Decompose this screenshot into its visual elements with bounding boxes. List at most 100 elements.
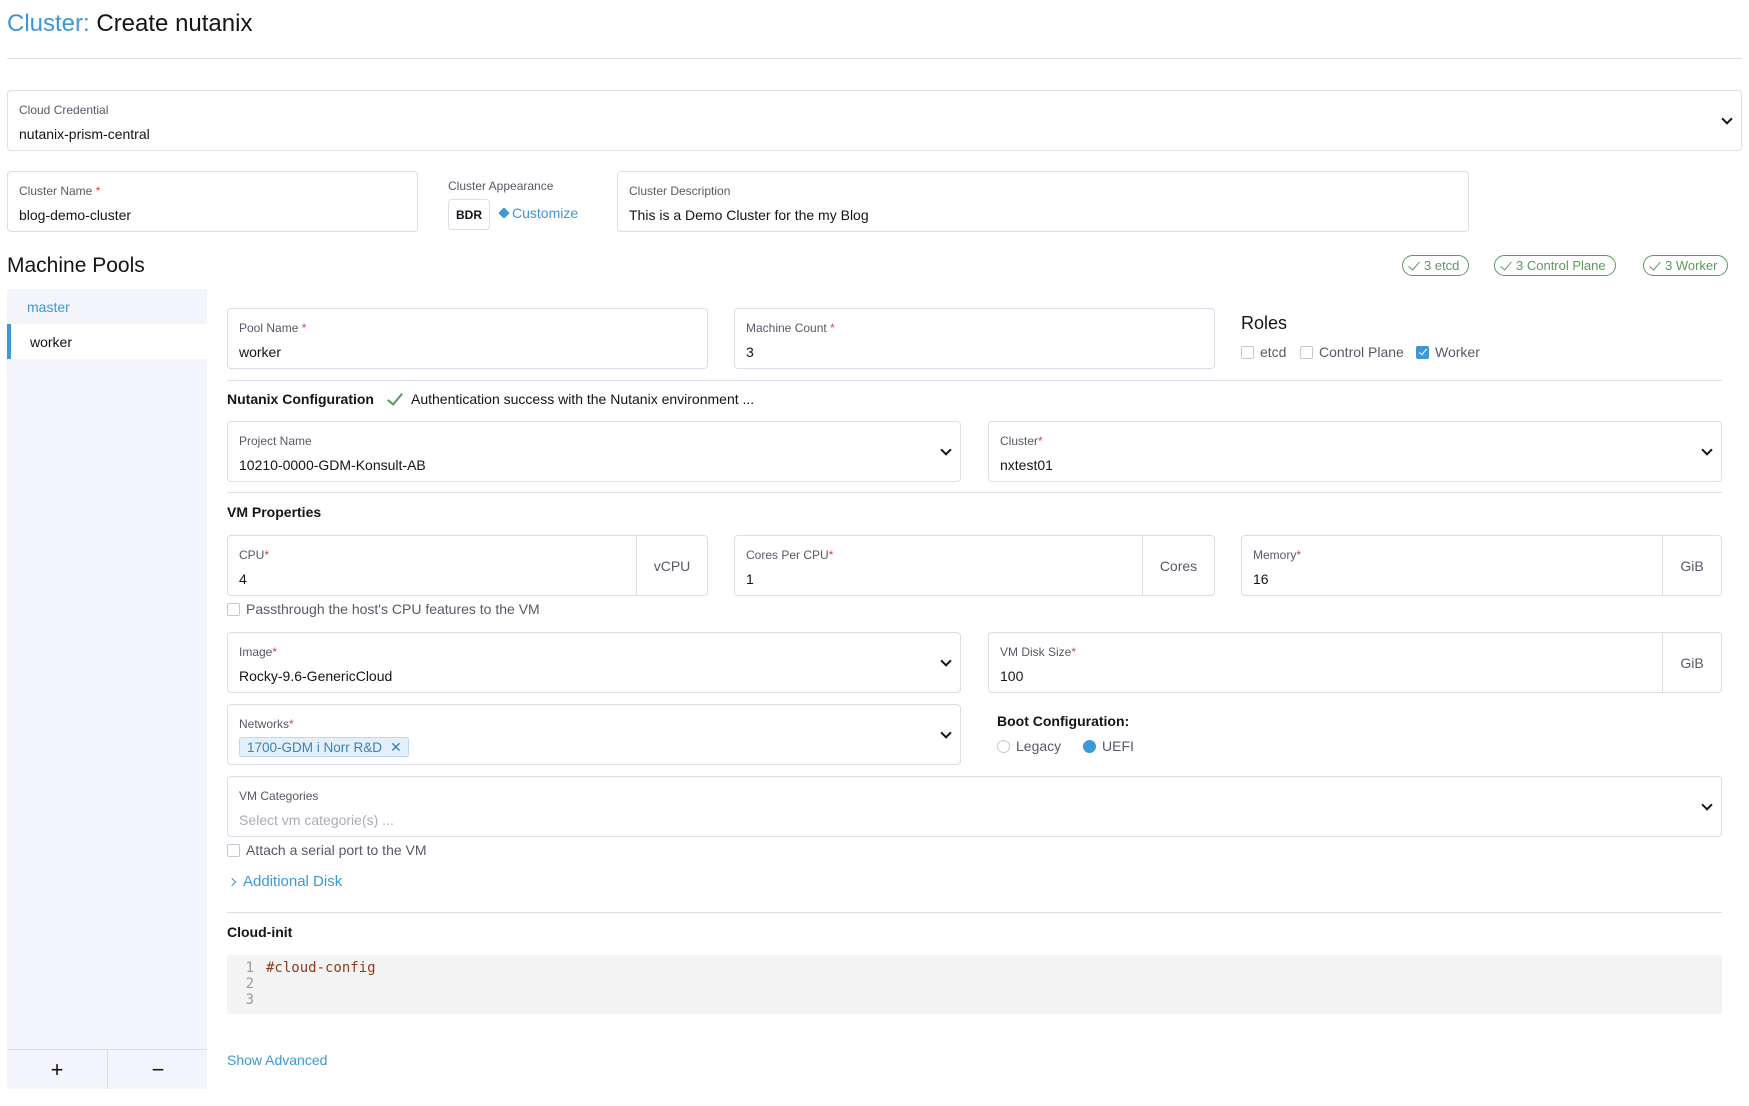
cpu-field[interactable]: CPU* 4 vCPU bbox=[227, 535, 708, 596]
code-line: 1 #cloud-config bbox=[245, 960, 376, 976]
section-divider bbox=[227, 380, 1722, 381]
chevron-down-icon bbox=[1721, 112, 1733, 125]
cluster-value: nxtest01 bbox=[1000, 457, 1053, 473]
vm-disk-size-field[interactable]: VM Disk Size* 100 GiB bbox=[988, 632, 1722, 693]
role-worker-checkbox[interactable]: Worker bbox=[1416, 344, 1480, 360]
image-select[interactable]: Image* Rocky-9.6-GenericCloud bbox=[227, 632, 961, 693]
vm-properties-title: VM Properties bbox=[227, 504, 322, 520]
pin-icon bbox=[498, 207, 510, 219]
cores-per-cpu-label: Cores Per CPU* bbox=[746, 548, 834, 562]
memory-label: Memory* bbox=[1253, 548, 1302, 562]
close-icon[interactable]: ✕ bbox=[390, 739, 402, 756]
vm-categories-placeholder: Select vm categorie(s) ... bbox=[239, 812, 394, 828]
breadcrumb-cluster[interactable]: Cluster: bbox=[7, 10, 90, 37]
role-control-plane-checkbox[interactable]: Control Plane bbox=[1300, 344, 1404, 360]
pool-tab-master[interactable]: master bbox=[7, 289, 207, 324]
vm-disk-size-label: VM Disk Size* bbox=[1000, 645, 1077, 659]
chevron-down-icon bbox=[1701, 798, 1713, 811]
disk-unit: GiB bbox=[1662, 633, 1721, 692]
cores-per-cpu-value: 1 bbox=[746, 571, 754, 587]
section-divider bbox=[227, 912, 1722, 913]
role-badge-etcd: 3 etcd bbox=[1402, 255, 1470, 276]
check-icon bbox=[1649, 257, 1661, 271]
check-icon bbox=[387, 388, 403, 406]
cores-per-cpu-field[interactable]: Cores Per CPU* 1 Cores bbox=[734, 535, 1215, 596]
auth-status: Authentication success with the Nutanix … bbox=[387, 388, 755, 407]
chevron-down-icon bbox=[940, 443, 952, 456]
add-pool-button[interactable]: + bbox=[7, 1050, 107, 1089]
pool-name-value: worker bbox=[239, 344, 282, 360]
check-icon bbox=[1500, 257, 1512, 271]
vm-categories-label: VM Categories bbox=[239, 789, 319, 803]
checkbox-icon bbox=[1300, 345, 1313, 359]
chevron-down-icon bbox=[940, 726, 952, 739]
page-title: Cluster: Create nutanix bbox=[7, 10, 252, 38]
additional-disk-toggle[interactable]: Additional Disk bbox=[227, 873, 343, 890]
networks-label: Networks* bbox=[239, 717, 294, 731]
remove-pool-button[interactable]: − bbox=[108, 1050, 208, 1089]
cluster-label: Cluster* bbox=[1000, 434, 1043, 448]
checkbox-icon bbox=[1241, 345, 1254, 359]
cpu-value: 4 bbox=[239, 571, 247, 587]
chevron-right-icon bbox=[227, 877, 237, 886]
nutanix-config-title: Nutanix Configuration bbox=[227, 391, 374, 407]
boot-config-title: Boot Configuration: bbox=[997, 713, 1130, 729]
chevron-down-icon bbox=[940, 654, 952, 667]
machine-pools-title: Machine Pools bbox=[7, 254, 145, 277]
cluster-description-field[interactable]: Cluster Description This is a Demo Clust… bbox=[617, 171, 1469, 232]
machine-count-value: 3 bbox=[746, 344, 754, 360]
checkbox-checked-icon bbox=[1416, 345, 1429, 359]
pool-name-label: Pool Name * bbox=[239, 321, 307, 335]
show-advanced-link[interactable]: Show Advanced bbox=[227, 1052, 327, 1068]
cluster-name-value: blog-demo-cluster bbox=[19, 207, 132, 223]
check-icon bbox=[1408, 257, 1420, 271]
cloud-init-editor[interactable]: 1 #cloud-config 2 3 bbox=[227, 955, 1722, 1014]
cluster-name-label: Cluster Name * bbox=[19, 184, 101, 198]
serial-port-checkbox[interactable]: Attach a serial port to the VM bbox=[227, 842, 427, 858]
memory-value: 16 bbox=[1253, 571, 1269, 587]
passthrough-checkbox[interactable]: Passthrough the host's CPU features to t… bbox=[227, 601, 540, 617]
project-name-select[interactable]: Project Name 10210-0000-GDM-Konsult-AB bbox=[227, 421, 961, 482]
customize-link[interactable]: Customize bbox=[498, 205, 579, 221]
cloud-init-title: Cloud-init bbox=[227, 924, 293, 940]
chevron-down-icon bbox=[1701, 443, 1713, 456]
project-name-label: Project Name bbox=[239, 434, 312, 448]
cluster-badge: BDR bbox=[448, 199, 490, 230]
vm-categories-select[interactable]: VM Categories Select vm categorie(s) ... bbox=[227, 776, 1722, 837]
cpu-unit: vCPU bbox=[636, 536, 707, 595]
cloud-credential-label: Cloud Credential bbox=[19, 103, 109, 117]
section-divider bbox=[227, 492, 1722, 493]
boot-legacy-radio[interactable]: Legacy bbox=[997, 738, 1061, 754]
radio-icon bbox=[997, 739, 1010, 753]
machine-count-label: Machine Count * bbox=[746, 321, 835, 335]
pool-tab-worker[interactable]: worker bbox=[7, 324, 207, 359]
code-line: 3 bbox=[245, 992, 254, 1008]
image-label: Image* bbox=[239, 645, 278, 659]
pool-name-field[interactable]: Pool Name * worker bbox=[227, 308, 708, 369]
cores-unit: Cores bbox=[1142, 536, 1214, 595]
image-value: Rocky-9.6-GenericCloud bbox=[239, 668, 393, 684]
boot-uefi-radio[interactable]: UEFI bbox=[1083, 738, 1134, 754]
title-divider bbox=[7, 58, 1742, 59]
customize-label: Customize bbox=[512, 205, 579, 221]
project-name-value: 10210-0000-GDM-Konsult-AB bbox=[239, 457, 426, 473]
radio-selected-icon bbox=[1083, 739, 1096, 753]
cpu-label: CPU* bbox=[239, 548, 270, 562]
networks-select[interactable]: Networks* 1700-GDM i Norr R&D ✕ bbox=[227, 704, 961, 765]
cluster-description-value: This is a Demo Cluster for the my Blog bbox=[629, 207, 869, 223]
cluster-name-field[interactable]: Cluster Name * blog-demo-cluster bbox=[7, 171, 418, 232]
memory-unit: GiB bbox=[1662, 536, 1721, 595]
cluster-appearance-label: Cluster Appearance bbox=[448, 179, 554, 193]
role-badge-worker: 3 Worker bbox=[1643, 255, 1728, 276]
memory-field[interactable]: Memory* 16 GiB bbox=[1241, 535, 1722, 596]
page-title-text: Create nutanix bbox=[96, 10, 253, 37]
additional-disk-label: Additional Disk bbox=[243, 873, 343, 890]
role-etcd-checkbox[interactable]: etcd bbox=[1241, 344, 1286, 360]
cluster-description-label: Cluster Description bbox=[629, 184, 731, 198]
cloud-credential-select[interactable]: Cloud Credential nutanix-prism-central bbox=[7, 90, 1742, 151]
code-line: 2 bbox=[245, 976, 254, 992]
cloud-credential-value: nutanix-prism-central bbox=[19, 126, 150, 142]
auth-status-text: Authentication success with the Nutanix … bbox=[411, 391, 755, 407]
machine-count-field[interactable]: Machine Count * 3 bbox=[734, 308, 1215, 369]
cluster-select[interactable]: Cluster* nxtest01 bbox=[988, 421, 1722, 482]
